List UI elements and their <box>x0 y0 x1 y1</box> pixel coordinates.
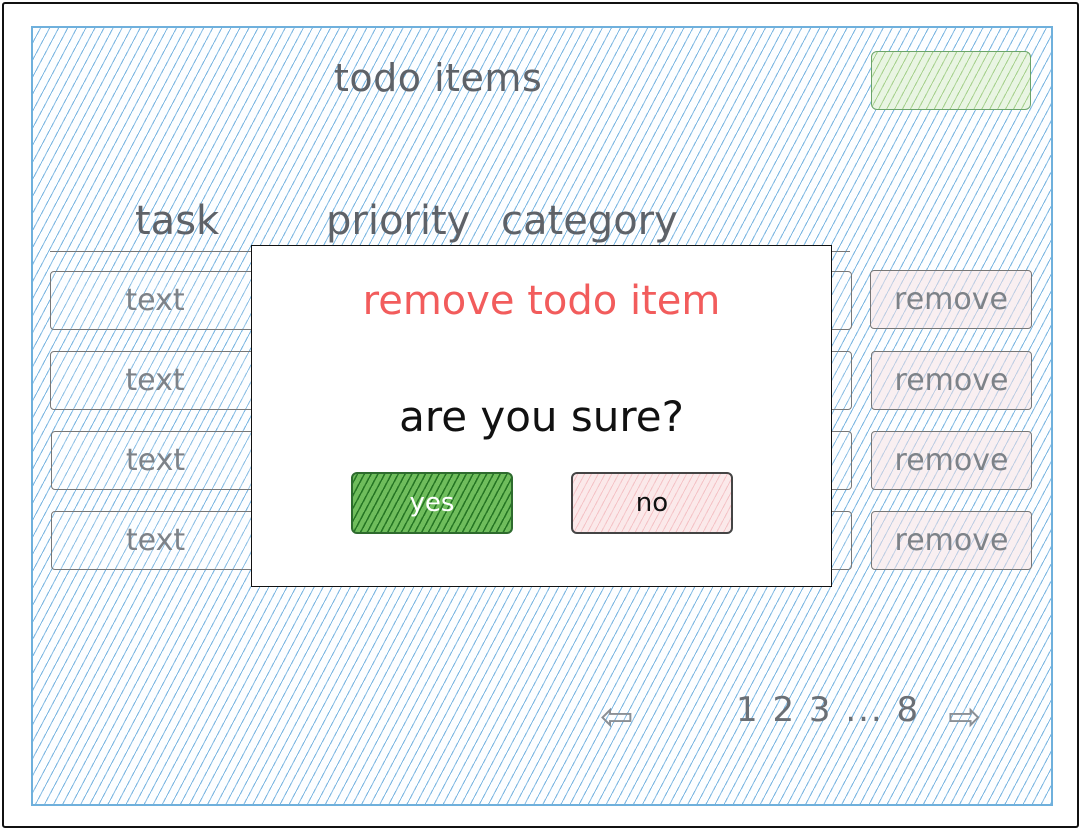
page-numbers[interactable]: 1 2 3 ... 8 <box>736 690 920 730</box>
remove-button[interactable]: remove <box>870 270 1032 329</box>
dialog-question: are you sure? <box>399 392 684 441</box>
yes-button[interactable]: yes <box>351 472 513 534</box>
dialog-title: remove todo item <box>362 278 721 324</box>
remove-button[interactable]: remove <box>871 511 1032 570</box>
column-header-priority: priority <box>326 198 471 244</box>
task-cell: text <box>50 351 260 410</box>
add-item-button[interactable] <box>871 51 1031 110</box>
column-header-category: category <box>501 198 678 244</box>
remove-button[interactable]: remove <box>871 431 1032 490</box>
remove-button[interactable]: remove <box>871 351 1032 410</box>
task-cell: text <box>50 271 260 330</box>
right-arrow-icon[interactable]: ⇨ <box>948 697 982 737</box>
task-cell: text <box>51 431 260 490</box>
task-cell: text <box>51 511 260 570</box>
page-title: todo items <box>334 56 543 100</box>
no-button[interactable]: no <box>571 472 733 534</box>
confirm-dialog: remove todo item are you sure? yes no <box>251 245 832 587</box>
column-header-task: task <box>135 198 220 244</box>
left-arrow-icon[interactable]: ⇦ <box>600 697 634 737</box>
